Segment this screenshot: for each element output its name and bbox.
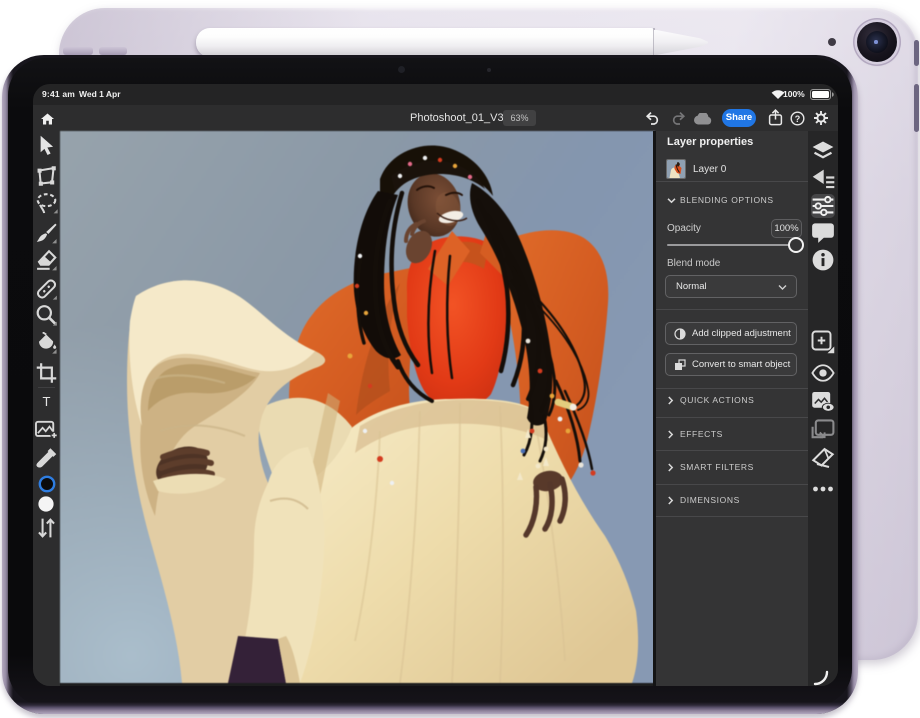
svg-text:?: ? xyxy=(795,114,801,124)
